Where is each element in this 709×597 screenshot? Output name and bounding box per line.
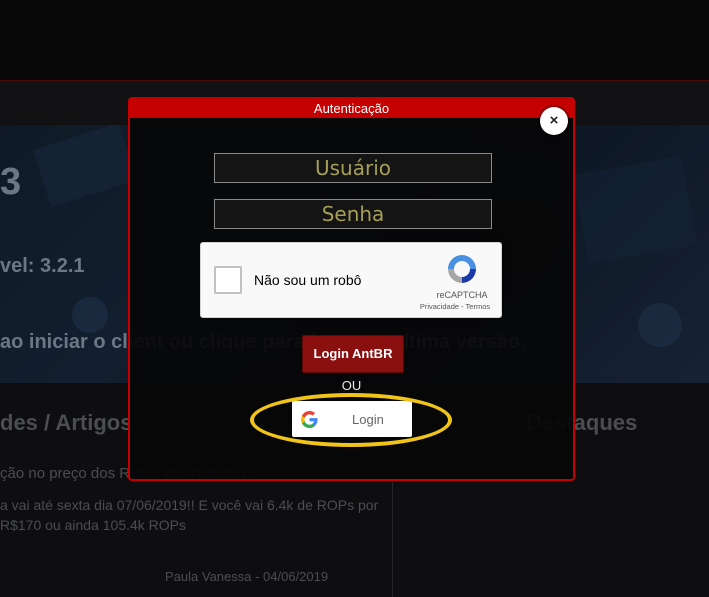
google-login-button[interactable]: Login: [292, 401, 412, 437]
modal-title: Autenticação: [130, 99, 573, 118]
google-login-label: Login: [352, 412, 384, 427]
recaptcha-label: Não sou um robô: [254, 272, 362, 288]
recaptcha-links[interactable]: Privacidade - Termos: [411, 302, 499, 311]
auth-modal: Autenticação × Usuário Senha Não sou um …: [128, 97, 575, 481]
recaptcha-brand: reCAPTCHA: [436, 290, 488, 300]
recaptcha-checkbox[interactable]: [214, 266, 242, 294]
or-separator: OU: [341, 378, 362, 393]
close-button[interactable]: ×: [540, 107, 568, 135]
recaptcha-widget: Não sou um robô reCAPTCHA Privacidade - …: [200, 242, 502, 318]
google-icon: [301, 411, 318, 428]
login-antbr-button[interactable]: Login AntBR: [302, 335, 404, 373]
recaptcha-logo-icon: [448, 255, 476, 283]
password-input[interactable]: Senha: [214, 199, 492, 229]
username-input[interactable]: Usuário: [214, 153, 492, 183]
